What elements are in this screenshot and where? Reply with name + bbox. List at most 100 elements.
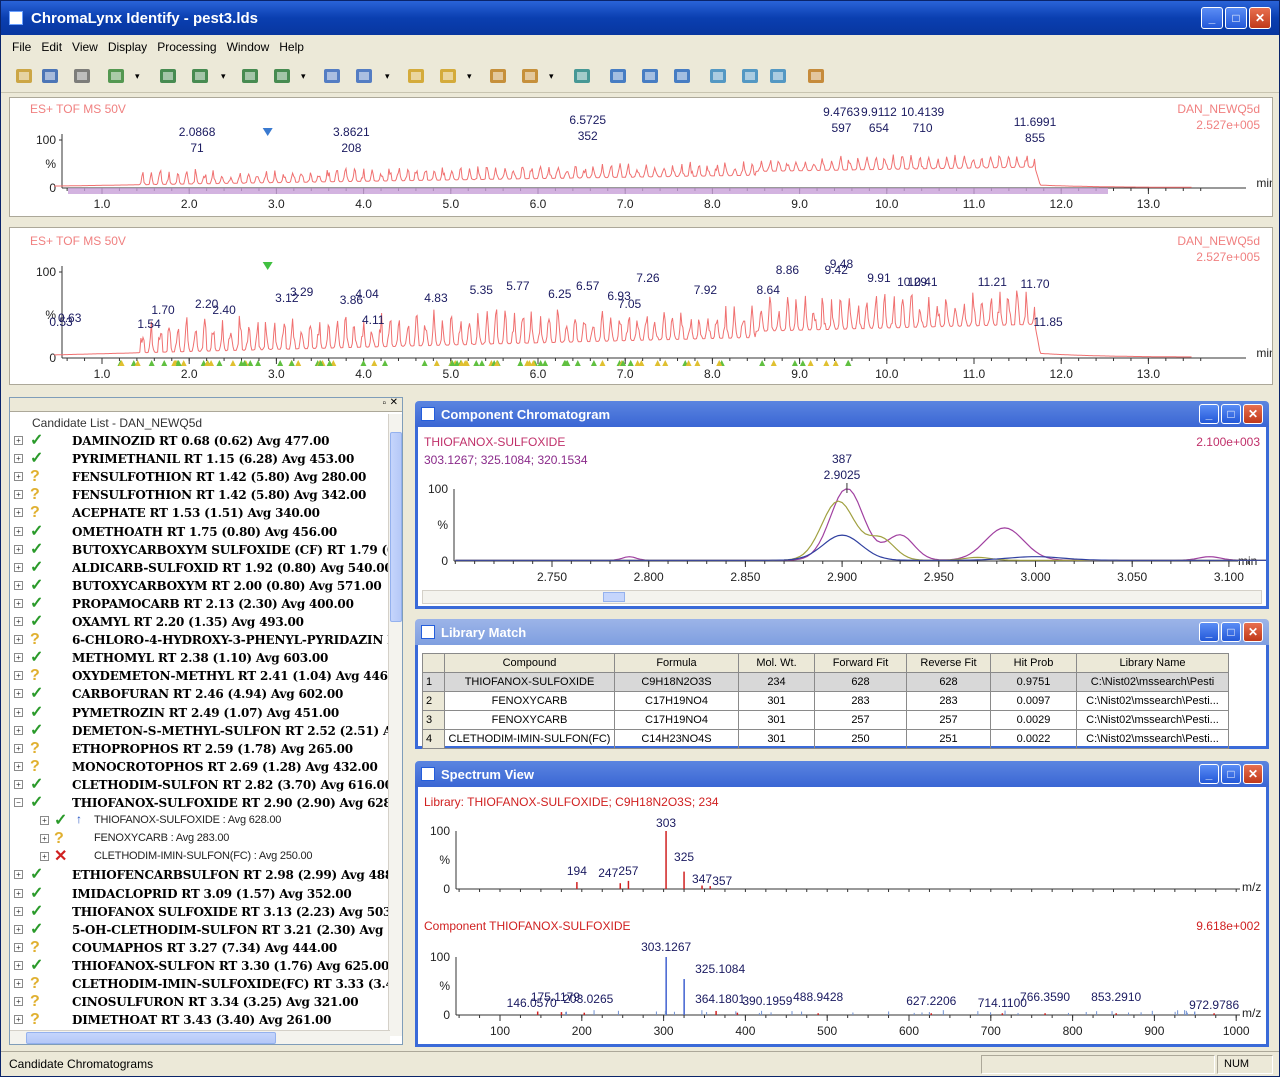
candidate-marker[interactable] (216, 360, 223, 366)
candidate-marker[interactable] (537, 360, 544, 366)
expand-icon[interactable]: + (14, 761, 23, 771)
zoom-icon[interactable] (105, 65, 127, 87)
expand-icon[interactable]: + (14, 1015, 23, 1025)
candidate-item[interactable]: + ✓ ALDICARB-SULFOXID RT 1.92 (0.80) Avg 5… (10, 559, 390, 577)
component-close-button[interactable]: ✕ (1243, 404, 1263, 424)
tic1-chart[interactable]: 100% 0 1.0 2.0 3.0 4.0 5.0 6.0 7.0 8.0 9.0 10.0 11.0… (10, 98, 1272, 216)
component-hscrollbar[interactable] (422, 590, 1262, 604)
candidate-marker[interactable] (627, 360, 634, 366)
tic2-chart[interactable]: 100%01.0 2.0 3.0 4.0 5.0 6.0 7.0 8.0 9.0 10.0 11.0… (10, 228, 1272, 384)
expand-icon[interactable]: + (14, 544, 23, 554)
dropdown-arrow-icon[interactable]: ▾ (301, 71, 306, 82)
expand-icon[interactable]: + (40, 834, 49, 844)
col-forward-fit[interactable]: Forward Fit (814, 653, 907, 673)
candidate-item[interactable]: + ✓ PYMETROZIN RT 2.49 (1.07) Avg 451.00 (10, 704, 390, 722)
title-bar[interactable]: ChromaLynx Identify - pest3.lds _ □ ✕ (1, 1, 1279, 35)
candidate-item[interactable]: + ✓ BUTOXYCARBOXYM RT 2.00 (0.80) Avg 571.… (10, 577, 390, 595)
component-chart[interactable]: 387 2.9025 100% 0 2.750 2.800 2.850 2.900 2.950 3… (418, 427, 1266, 587)
library-maximize-button[interactable]: □ (1221, 622, 1241, 642)
print-icon[interactable] (71, 65, 93, 87)
candidate-item[interactable]: + ✓ DAMINOZID RT 0.68 (0.62) Avg 477.00 (10, 432, 390, 450)
candidate-marker[interactable] (148, 360, 155, 366)
library-close-button[interactable]: ✕ (1243, 622, 1263, 642)
candidate-item[interactable]: +? ACEPHATE RT 1.53 (1.51) Avg 340.00 (10, 504, 390, 522)
candidate-item[interactable]: +? CINOSULFURON RT 3.34 (3.25) Avg 321.00 (10, 993, 390, 1011)
candidate-marker[interactable] (517, 360, 524, 366)
expand-icon[interactable]: + (14, 689, 23, 699)
library-match-row[interactable]: 4 CLETHODIM-IMIN-SULFON(FC) C14H23NO4S 301 2… (422, 729, 1229, 749)
component-scroll-thumb[interactable] (603, 592, 625, 602)
close-button[interactable]: ✕ (1249, 7, 1271, 29)
library-hit-item[interactable]: +? FENOXYCARB : Avg 283.00 (10, 830, 390, 848)
dropdown-arrow-icon[interactable]: ▾ (467, 71, 472, 82)
candidate-marker[interactable] (845, 360, 852, 366)
expand-icon[interactable]: + (14, 979, 23, 988)
vscroll-thumb[interactable] (390, 432, 402, 622)
chart-b-icon[interactable] (739, 65, 761, 87)
panel-close-icon[interactable]: ✕ (390, 397, 398, 408)
col-library-name[interactable]: Library Name (1076, 653, 1229, 673)
candidate-marker[interactable] (799, 360, 806, 366)
candidate-marker[interactable] (277, 360, 284, 366)
expand-icon[interactable]: + (14, 508, 23, 518)
candidate-marker[interactable] (134, 360, 141, 366)
candidate-item[interactable]: + ✓ PYRIMETHANIL RT 1.15 (6.28) Avg 453.00 (10, 450, 390, 468)
expand-icon[interactable]: + (14, 888, 23, 898)
peak-prev-icon[interactable] (239, 65, 261, 87)
candidate-marker[interactable] (295, 360, 302, 366)
menu-file[interactable]: File (7, 35, 36, 57)
spectrum-close-button[interactable]: ✕ (1243, 764, 1263, 784)
hscroll-thumb[interactable] (26, 1032, 276, 1044)
candidate-item[interactable]: − ✓ THIOFANOX-SULFOXIDE RT 2.90 (2.90) Avg… (10, 794, 390, 812)
fit-icon[interactable] (571, 65, 593, 87)
component-maximize-button[interactable]: □ (1221, 404, 1241, 424)
expand-icon[interactable]: + (14, 598, 23, 608)
candidate-marker[interactable] (381, 360, 388, 366)
candidate-item[interactable]: +? ETHOPROPHOS RT 2.59 (1.78) Avg 265.00 (10, 740, 390, 758)
spectrum-chart[interactable]: 100% 0 m/z 100% 0 100 200 300 400 500 600 700 800 900… (418, 787, 1266, 1045)
candidate-marker[interactable] (807, 360, 814, 366)
chart-a-icon[interactable] (707, 65, 729, 87)
open-icon[interactable] (13, 65, 35, 87)
mass-trace-320[interactable] (455, 534, 1266, 561)
candidate-marker[interactable] (180, 360, 187, 366)
tic-pane-2[interactable]: ES+ TOF MS 50V DAN_NEWQ5d 2.527e+005 100… (9, 227, 1273, 385)
candidate-marker[interactable] (791, 360, 798, 366)
library-hit-item[interactable]: + ✕ CLETHODIM-IMIN-SULFON(FC) : Avg 250.00 (10, 848, 390, 866)
candidate-marker[interactable] (204, 360, 211, 366)
col-hit-prob[interactable]: Hit Prob (990, 653, 1077, 673)
mass-trace-303[interactable] (455, 488, 1266, 561)
candidate-item[interactable]: +? COUMAPHOS RT 3.27 (7.34) Avg 444.00 (10, 939, 390, 957)
component-chromatogram-titlebar[interactable]: Component Chromatogram _ □ ✕ (415, 401, 1269, 427)
candidate-marker[interactable] (255, 360, 262, 366)
scan-prev-icon[interactable] (487, 65, 509, 87)
candidate-marker[interactable] (360, 360, 367, 366)
expand-icon[interactable]: + (14, 906, 23, 916)
candidate-marker[interactable] (326, 360, 333, 366)
candidate-hscrollbar[interactable] (10, 1030, 390, 1044)
candidate-marker[interactable] (574, 360, 581, 366)
hit-next-icon[interactable] (437, 65, 459, 87)
expand-icon[interactable]: + (14, 454, 23, 464)
candidate-marker[interactable] (590, 360, 597, 366)
minimize-button[interactable]: _ (1201, 7, 1223, 29)
library-minimize-button[interactable]: _ (1199, 622, 1219, 642)
spectrum-icon[interactable] (639, 65, 661, 87)
expand-icon[interactable]: + (14, 942, 23, 952)
col-compound[interactable]: Compound (444, 653, 615, 673)
spectrum-maximize-button[interactable]: □ (1221, 764, 1241, 784)
expand-icon[interactable]: + (14, 562, 23, 572)
col-mol-wt[interactable]: Mol. Wt. (738, 653, 815, 673)
candidate-marker[interactable] (662, 360, 669, 366)
expand-icon[interactable]: + (40, 852, 49, 862)
col-formula[interactable]: Formula (614, 653, 739, 673)
expand-icon[interactable]: + (14, 707, 23, 717)
tic-trace[interactable] (54, 154, 1192, 188)
menu-view[interactable]: View (67, 35, 103, 57)
candidate-item[interactable]: +? 6-CHLORO-4-HYDROXY-3-PHENYL-PYRIDAZIN … (10, 631, 390, 649)
candidate-marker[interactable] (832, 360, 839, 366)
candidate-marker[interactable] (770, 360, 777, 366)
expand-icon[interactable]: + (14, 779, 23, 789)
library-match-row[interactable]: 3 FENOXYCARB C17H19NO4 301 257 257 0.0029 C:\Ni… (422, 710, 1229, 730)
candidate-item[interactable]: + ✓ ETHIOFENCARBSULFON RT 2.98 (2.99) Avg … (10, 866, 390, 884)
